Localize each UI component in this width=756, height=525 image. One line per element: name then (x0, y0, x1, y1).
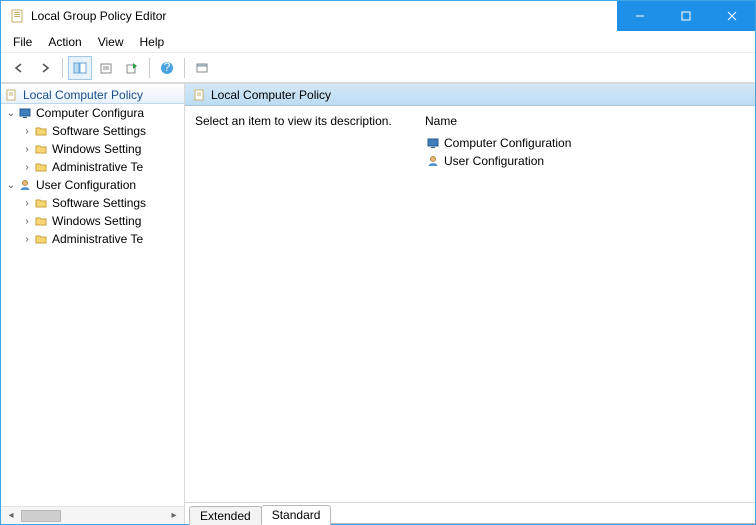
tree-node-computer[interactable]: ⌄ Computer Configura (1, 104, 184, 122)
list-item-computer[interactable]: Computer Configuration (425, 134, 745, 152)
tab-standard[interactable]: Standard (261, 505, 332, 525)
menu-view[interactable]: View (90, 32, 132, 52)
properties-button[interactable] (94, 56, 118, 80)
properties-icon (99, 61, 113, 75)
tree-label: User Configuration (36, 178, 136, 192)
arrow-right-icon (38, 61, 52, 75)
user-icon (17, 177, 33, 193)
help-button[interactable]: ? (155, 56, 179, 80)
list-item-label: Computer Configuration (444, 136, 571, 150)
tree-root-label: Local Computer Policy (23, 88, 143, 102)
menu-action[interactable]: Action (40, 32, 89, 52)
panes-icon (73, 61, 87, 75)
folder-icon (33, 213, 49, 229)
collapse-icon[interactable]: ⌄ (5, 108, 17, 119)
tree-label: Windows Setting (52, 142, 141, 156)
tree-node-user[interactable]: ⌄ User Configuration (1, 176, 184, 194)
export-icon (125, 61, 139, 75)
tree-label: Windows Setting (52, 214, 141, 228)
policy-icon (3, 87, 19, 103)
user-icon (425, 153, 441, 169)
tree-label: Administrative Te (52, 232, 143, 246)
expand-icon[interactable]: › (21, 216, 33, 227)
detail-body: Select an item to view its description. … (185, 106, 755, 502)
back-button[interactable] (7, 56, 31, 80)
horizontal-scrollbar[interactable]: ◂ ▸ (1, 506, 184, 524)
tree-node-comp-windows[interactable]: › Windows Setting (1, 140, 184, 158)
help-icon: ? (160, 61, 174, 75)
tree-node-user-windows[interactable]: › Windows Setting (1, 212, 184, 230)
tree-root[interactable]: Local Computer Policy (1, 86, 184, 104)
panel-icon (195, 61, 209, 75)
main-body: Local Computer Policy ⌄ Computer Configu… (1, 83, 755, 524)
menu-help[interactable]: Help (132, 32, 173, 52)
tree-label: Software Settings (52, 124, 146, 138)
expand-icon[interactable]: › (21, 126, 33, 137)
scroll-thumb[interactable] (21, 510, 61, 522)
window-title: Local Group Policy Editor (31, 9, 166, 23)
policy-icon (191, 87, 207, 103)
tree-label: Software Settings (52, 196, 146, 210)
computer-icon (17, 105, 33, 121)
export-button[interactable] (120, 56, 144, 80)
computer-icon (425, 135, 441, 151)
minimize-button[interactable] (617, 1, 663, 31)
toolbar-separator (184, 58, 185, 78)
collapse-icon[interactable]: ⌄ (5, 180, 17, 191)
maximize-button[interactable] (663, 1, 709, 31)
forward-button[interactable] (33, 56, 57, 80)
detail-header: Local Computer Policy (185, 84, 755, 106)
scroll-right-icon[interactable]: ▸ (166, 509, 182, 523)
description-text: Select an item to view its description. (195, 114, 425, 128)
menu-bar: File Action View Help (1, 31, 755, 53)
tree-node-user-admin[interactable]: › Administrative Te (1, 230, 184, 248)
list-column: Name Computer Configuration User Configu… (425, 114, 745, 494)
app-icon (9, 8, 25, 24)
tree-label: Administrative Te (52, 160, 143, 174)
tree-node-user-software[interactable]: › Software Settings (1, 194, 184, 212)
tab-extended[interactable]: Extended (189, 506, 262, 525)
tree-node-comp-software[interactable]: › Software Settings (1, 122, 184, 140)
toolbar-separator (149, 58, 150, 78)
show-hide-button[interactable] (190, 56, 214, 80)
detail-pane: Local Computer Policy Select an item to … (185, 84, 755, 524)
console-tree-button[interactable] (68, 56, 92, 80)
folder-icon (33, 231, 49, 247)
list-item-label: User Configuration (444, 154, 544, 168)
expand-icon[interactable]: › (21, 234, 33, 245)
folder-icon (33, 159, 49, 175)
tree-pane: Local Computer Policy ⌄ Computer Configu… (1, 84, 185, 524)
menu-file[interactable]: File (5, 32, 40, 52)
folder-icon (33, 195, 49, 211)
view-tabs: Extended Standard (185, 502, 755, 524)
tree[interactable]: Local Computer Policy ⌄ Computer Configu… (1, 84, 184, 506)
folder-icon (33, 141, 49, 157)
expand-icon[interactable]: › (21, 198, 33, 209)
expand-icon[interactable]: › (21, 144, 33, 155)
folder-icon (33, 123, 49, 139)
scroll-left-icon[interactable]: ◂ (3, 509, 19, 523)
column-header-name[interactable]: Name (425, 114, 745, 128)
expand-icon[interactable]: › (21, 162, 33, 173)
arrow-left-icon (12, 61, 26, 75)
tree-node-comp-admin[interactable]: › Administrative Te (1, 158, 184, 176)
window-controls (617, 1, 755, 31)
title-bar: Local Group Policy Editor (1, 1, 755, 31)
list-item-user[interactable]: User Configuration (425, 152, 745, 170)
tree-label: Computer Configura (36, 106, 144, 120)
close-button[interactable] (709, 1, 755, 31)
toolbar-separator (62, 58, 63, 78)
detail-title: Local Computer Policy (211, 88, 331, 102)
description-column: Select an item to view its description. (195, 114, 425, 494)
svg-text:?: ? (164, 61, 171, 74)
toolbar: ? (1, 53, 755, 83)
tab-strip-line (330, 523, 755, 524)
